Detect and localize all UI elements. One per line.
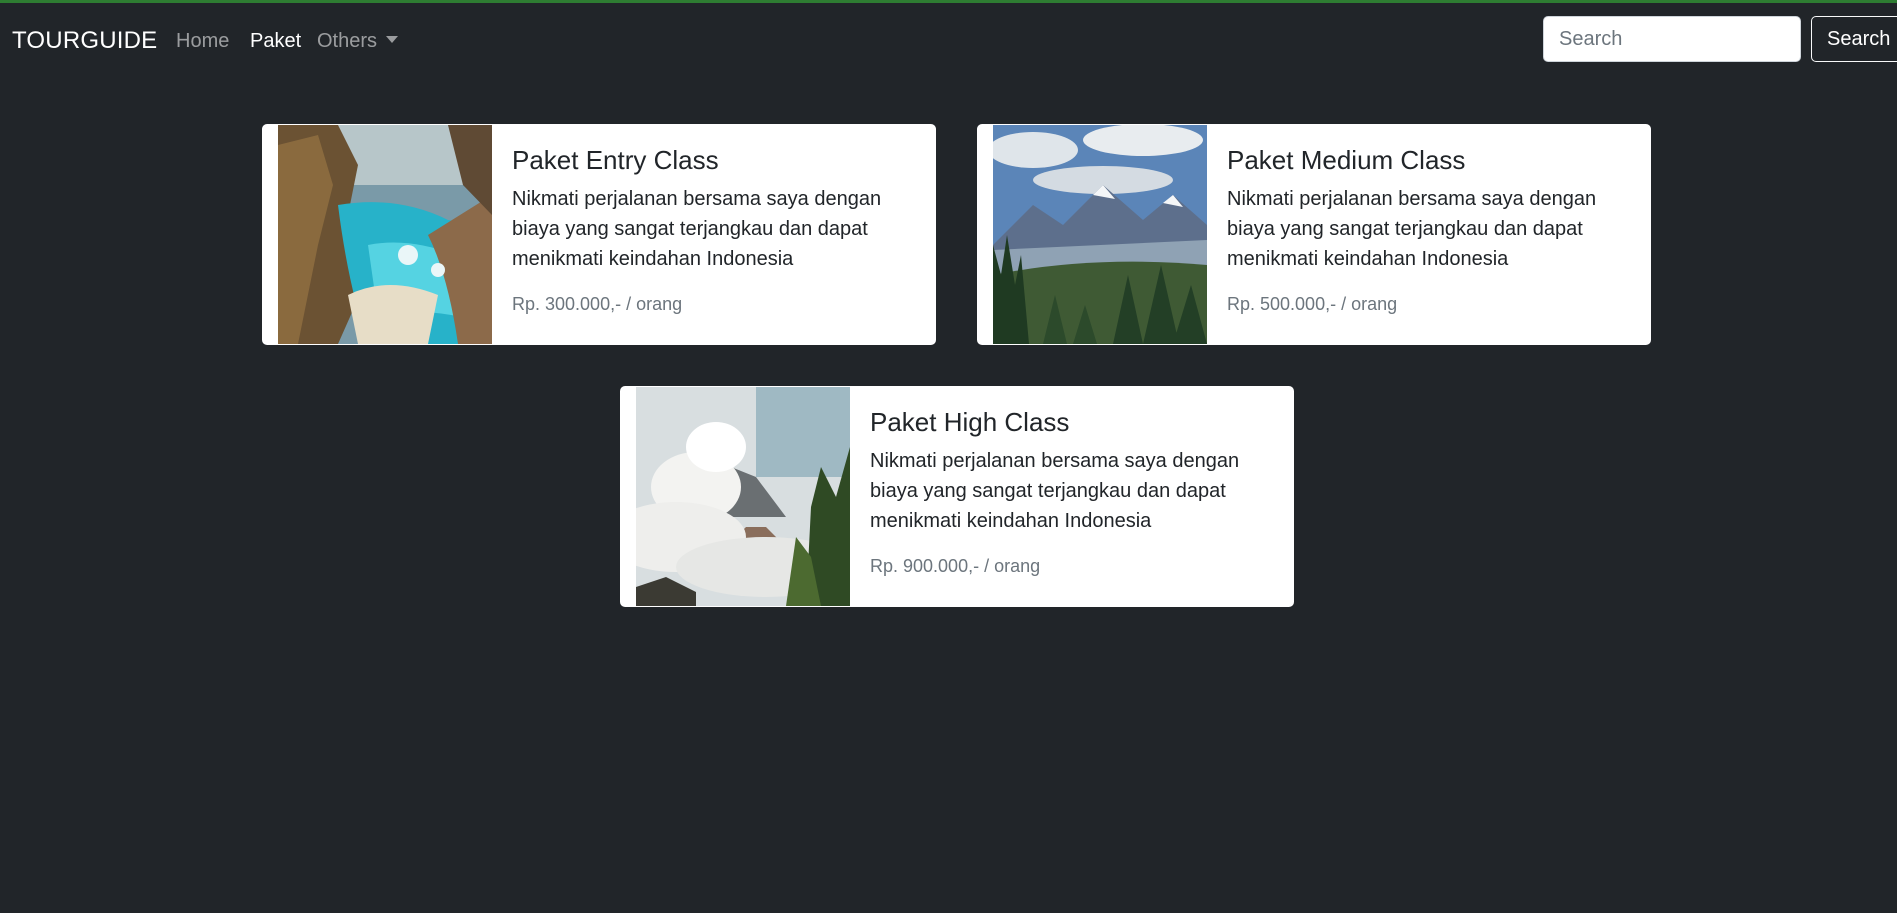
package-image-misty-volcano (636, 387, 850, 606)
caret-down-icon (386, 36, 399, 43)
card-price: Rp. 900.000,- / orang (870, 556, 1041, 576)
card-body: Paket High Class Nikmati perjalanan bers… (870, 406, 1270, 577)
card-body: Paket Medium Class Nikmati perjalanan be… (1227, 144, 1627, 315)
card-price: Rp. 500.000,- / orang (1227, 294, 1398, 314)
card-description: Nikmati perjalanan bersama saya dengan b… (512, 188, 882, 270)
nav-others-dropdown[interactable]: Others (317, 30, 399, 53)
navbar: TOURGUIDE Home Paket Others Search (0, 3, 1897, 77)
card-body: Paket Entry Class Nikmati perjalanan ber… (512, 144, 912, 315)
card-title: Paket High Class (870, 407, 1070, 437)
card-title: Paket Medium Class (1227, 145, 1466, 175)
card-description: Nikmati perjalanan bersama saya dengan b… (870, 450, 1240, 532)
card-title: Paket Entry Class (512, 145, 719, 175)
package-card-high[interactable]: Paket High Class Nikmati perjalanan bers… (620, 386, 1294, 607)
nav-paket-link[interactable]: Paket (250, 30, 301, 53)
nav-home-link[interactable]: Home (176, 30, 229, 53)
package-image-mountain-forest (993, 125, 1207, 344)
card-price: Rp. 300.000,- / orang (512, 294, 683, 314)
package-image-coastal-waterfall (278, 125, 492, 344)
brand-logo[interactable]: TOURGUIDE (12, 27, 157, 55)
package-card-entry[interactable]: Paket Entry Class Nikmati perjalanan ber… (262, 124, 936, 345)
search-input[interactable] (1543, 16, 1801, 62)
package-card-medium[interactable]: Paket Medium Class Nikmati perjalanan be… (977, 124, 1651, 345)
nav-others-label: Others (317, 30, 378, 52)
card-description: Nikmati perjalanan bersama saya dengan b… (1227, 188, 1597, 270)
search-button[interactable]: Search (1811, 16, 1897, 62)
